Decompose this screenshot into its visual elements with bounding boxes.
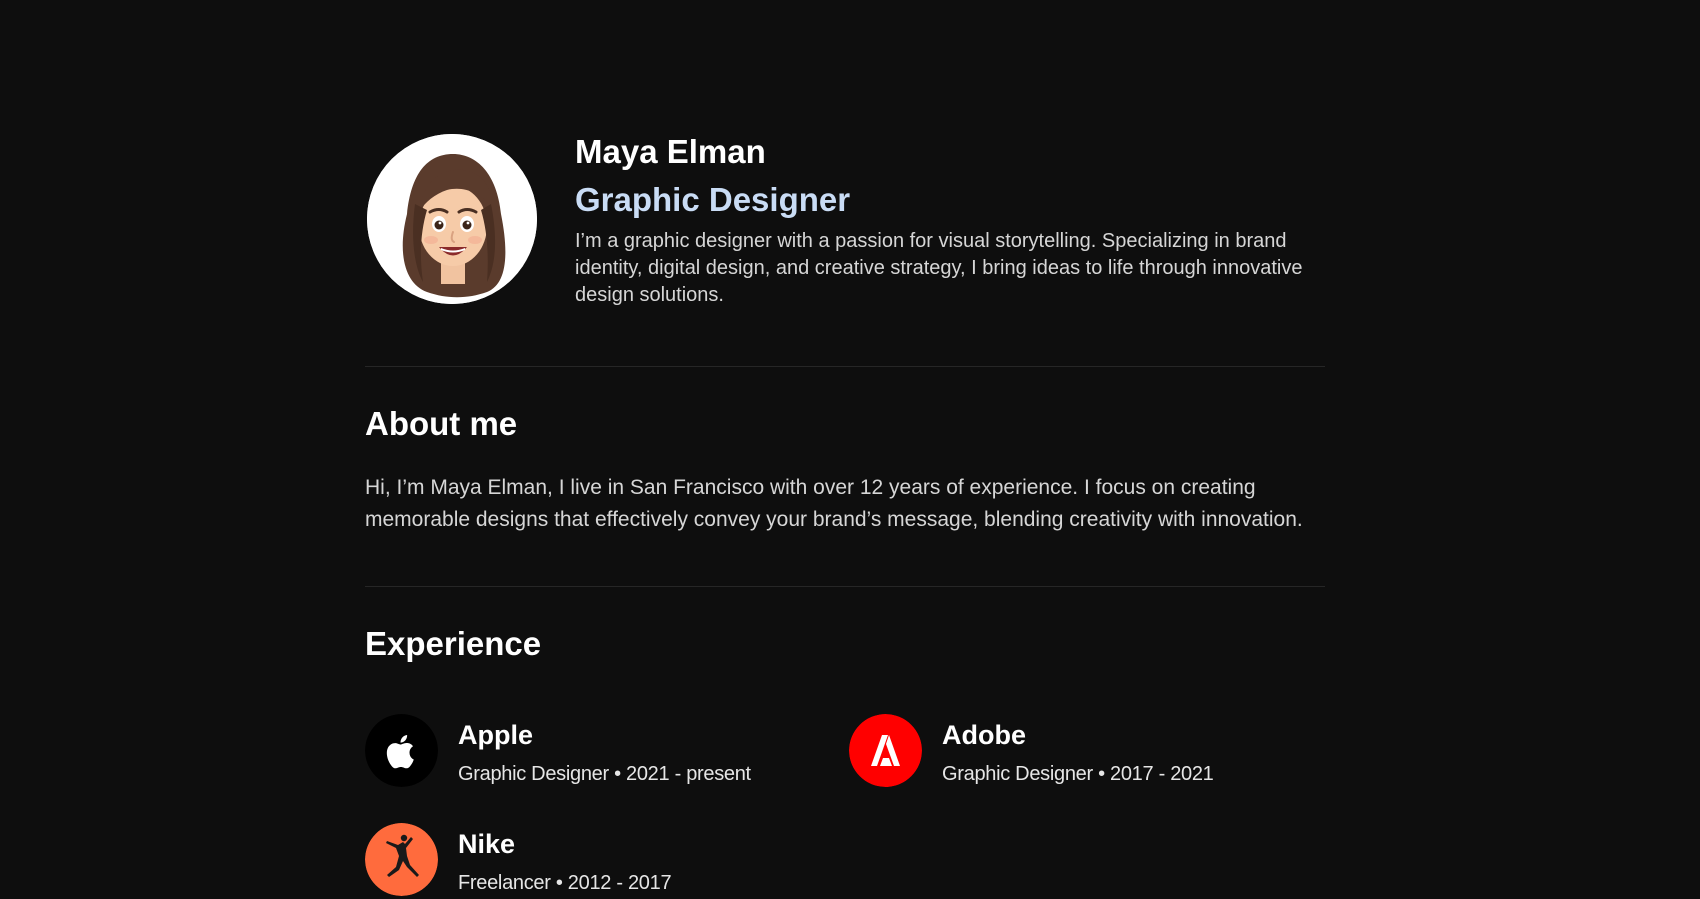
experience-meta: Freelancer • 2012 - 2017 — [458, 872, 672, 894]
experience-meta: Graphic Designer • 2017 - 2021 — [942, 763, 1214, 785]
avatar — [367, 134, 537, 304]
divider — [365, 366, 1325, 367]
experience-meta: Graphic Designer • 2021 - present — [458, 763, 751, 785]
jordan-jumpman-logo-icon — [365, 823, 438, 896]
experience-item-nike: Nike Freelancer • 2012 - 2017 — [365, 823, 805, 897]
experience-item-apple: Apple Graphic Designer • 2021 - present — [365, 714, 805, 788]
about-title: About me — [365, 405, 518, 442]
experience-company: Nike — [458, 829, 516, 859]
adobe-logo-icon — [849, 714, 922, 787]
apple-logo-icon — [365, 714, 438, 787]
about-text: Hi, I’m Maya Elman, I live in San Franci… — [365, 476, 1303, 531]
memoji-avatar-icon — [367, 134, 537, 304]
experience-item-adobe: Adobe Graphic Designer • 2017 - 2021 — [849, 714, 1289, 788]
portfolio-page: Maya Elman Graphic Designer I’m a graphi… — [0, 0, 1700, 899]
profile-header: Maya Elman Graphic Designer I’m a graphi… — [365, 133, 1325, 306]
experience-title: Experience — [365, 625, 542, 662]
profile-name: Maya Elman — [575, 133, 766, 170]
experience-company: Adobe — [942, 720, 1026, 750]
profile-role: Graphic Designer — [575, 181, 851, 218]
profile-intro: I’m a graphic designer with a passion fo… — [575, 230, 1303, 306]
divider — [365, 586, 1325, 587]
experience-company: Apple — [458, 720, 534, 750]
